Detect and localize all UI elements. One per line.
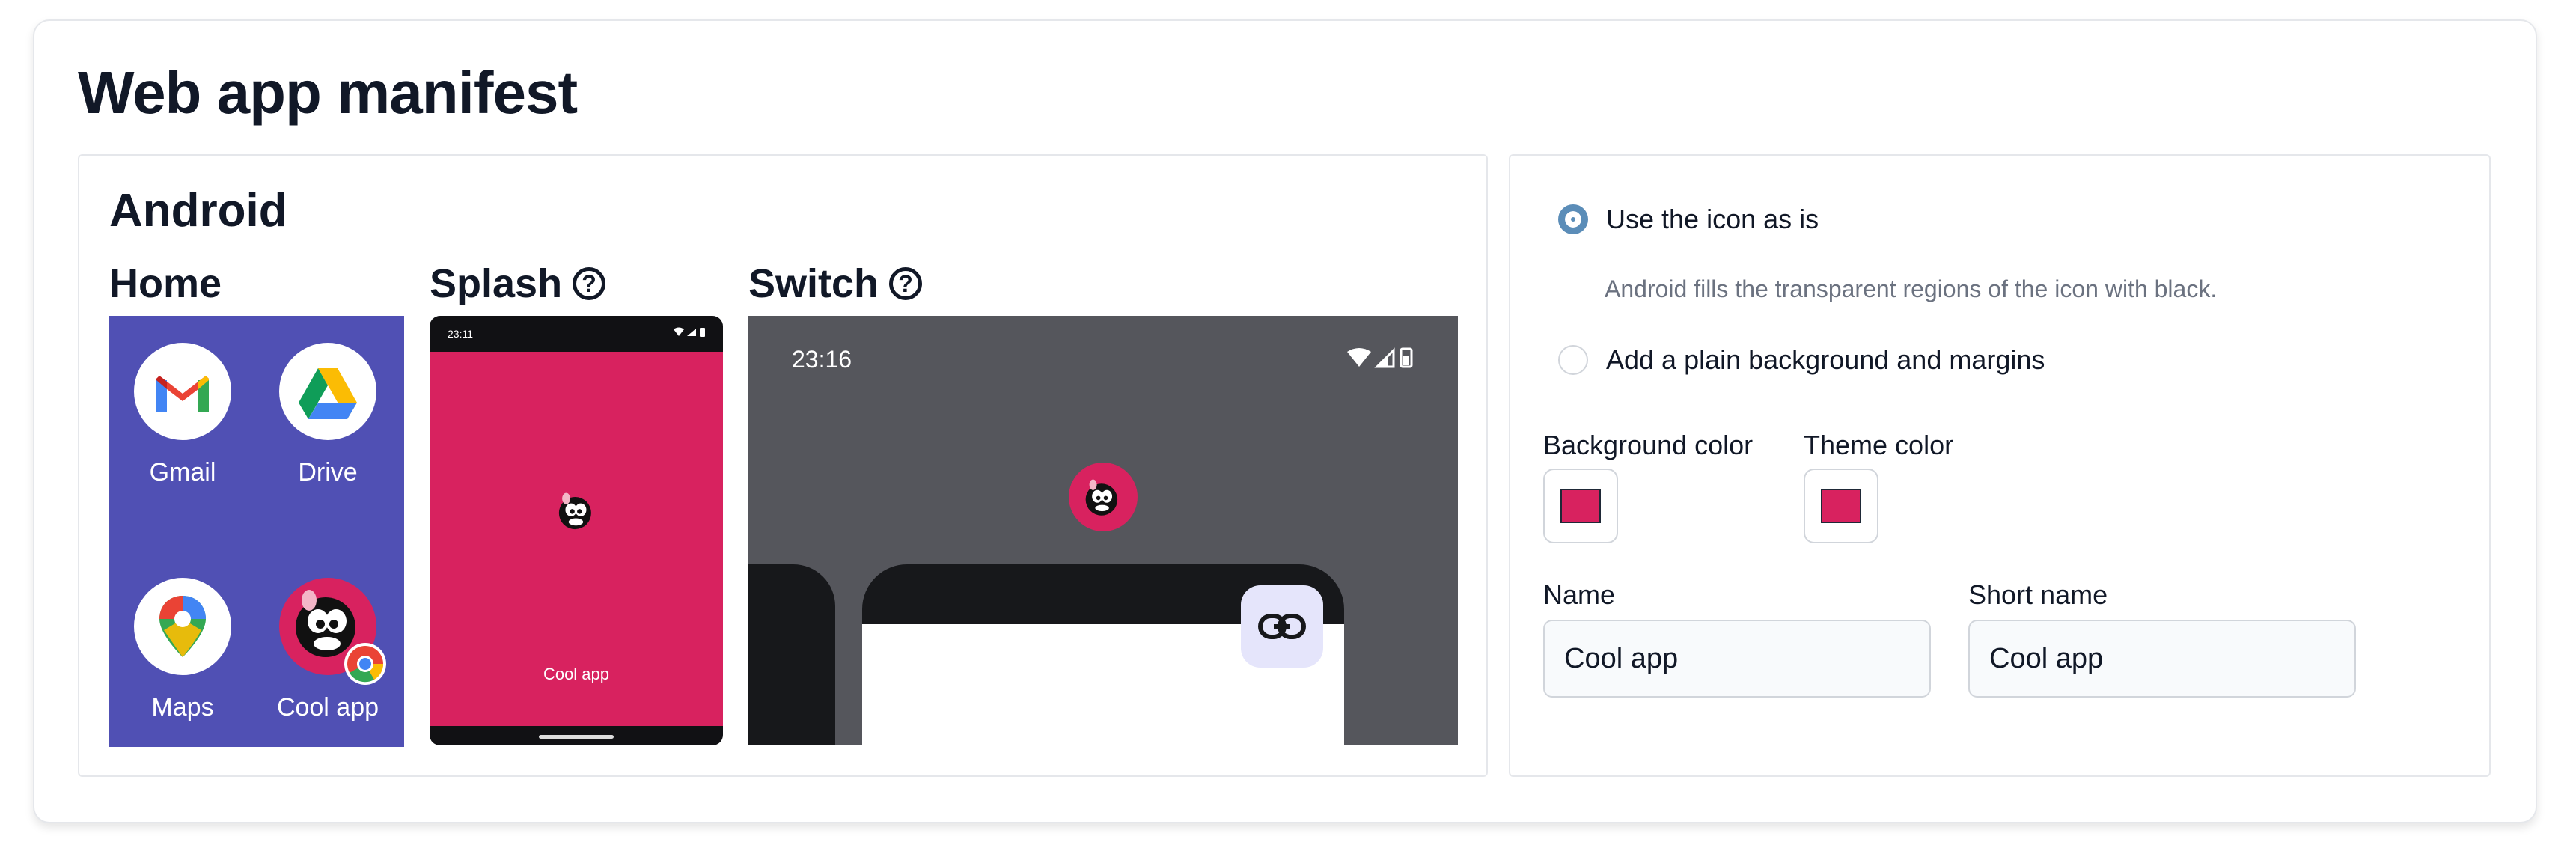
switch-heading-label: Switch [748,261,879,306]
splash-status-bar: 23:11 [430,316,723,352]
home-screen-preview: Gmail Drive Maps Cool app [109,316,404,747]
switch-status-time: 23:16 [792,346,852,373]
splash-nav-handle [539,735,614,739]
home-heading-label: Home [109,261,222,306]
background-color-picker[interactable] [1543,469,1618,543]
maps-icon [134,578,231,675]
radio-label: Add a plain background and margins [1606,344,2045,375]
home-app-label: Gmail [149,458,216,486]
link-icon [1241,585,1323,668]
home-heading: Home [109,260,222,307]
home-app-drive: Drive [268,343,388,487]
home-app-label: Cool app [276,693,379,722]
radio-add-background[interactable]: Add a plain background and margins [1558,344,2045,376]
icon-hint-text: Android fills the transparent regions of… [1605,275,2218,302]
splash-status-time: 23:11 [448,328,473,340]
background-color-label: Background color [1543,430,1754,460]
switch-screen-preview: 23:16 [748,316,1458,745]
splash-heading-label: Splash [430,261,563,306]
switch-app-icon [1069,463,1138,531]
cool-app-icon [279,578,386,685]
status-icons [672,326,706,341]
android-heading: Android [109,185,287,237]
theme-color-label: Theme color [1804,430,1954,460]
home-app-label: Maps [151,693,214,722]
switch-app-window [862,564,1344,745]
short-name-label: Short name [1968,579,2108,610]
home-app-cool-app: Cool app [268,578,388,722]
radio-label: Use the icon as is [1606,204,1819,234]
page-title: Web app manifest [78,59,578,126]
home-app-gmail: Gmail [123,343,242,487]
background-color-swatch [1560,489,1601,523]
status-icons [1346,346,1414,373]
splash-screen-preview: 23:11 Cool app [430,316,723,745]
home-app-label: Drive [298,458,358,486]
short-name-input[interactable] [1968,620,2356,698]
theme-color-swatch [1821,489,1861,523]
name-label: Name [1543,579,1616,610]
drive-icon [279,343,376,440]
name-input[interactable] [1543,620,1931,698]
radio-selected-icon[interactable] [1558,204,1588,234]
splash-heading: Splash ? [430,260,606,307]
splash-app-icon [558,492,591,530]
switch-heading: Switch ? [748,260,923,307]
splash-help-icon[interactable]: ? [573,267,606,300]
radio-unselected-icon[interactable] [1558,345,1588,375]
switch-previous-window [748,564,835,745]
gmail-icon [134,343,231,440]
home-app-maps: Maps [123,578,242,722]
splash-app-name: Cool app [543,665,610,683]
chrome-badge-icon [344,643,386,685]
radio-use-icon-as-is[interactable]: Use the icon as is [1558,204,1819,235]
theme-color-picker[interactable] [1804,469,1878,543]
switch-help-icon[interactable]: ? [889,267,923,300]
